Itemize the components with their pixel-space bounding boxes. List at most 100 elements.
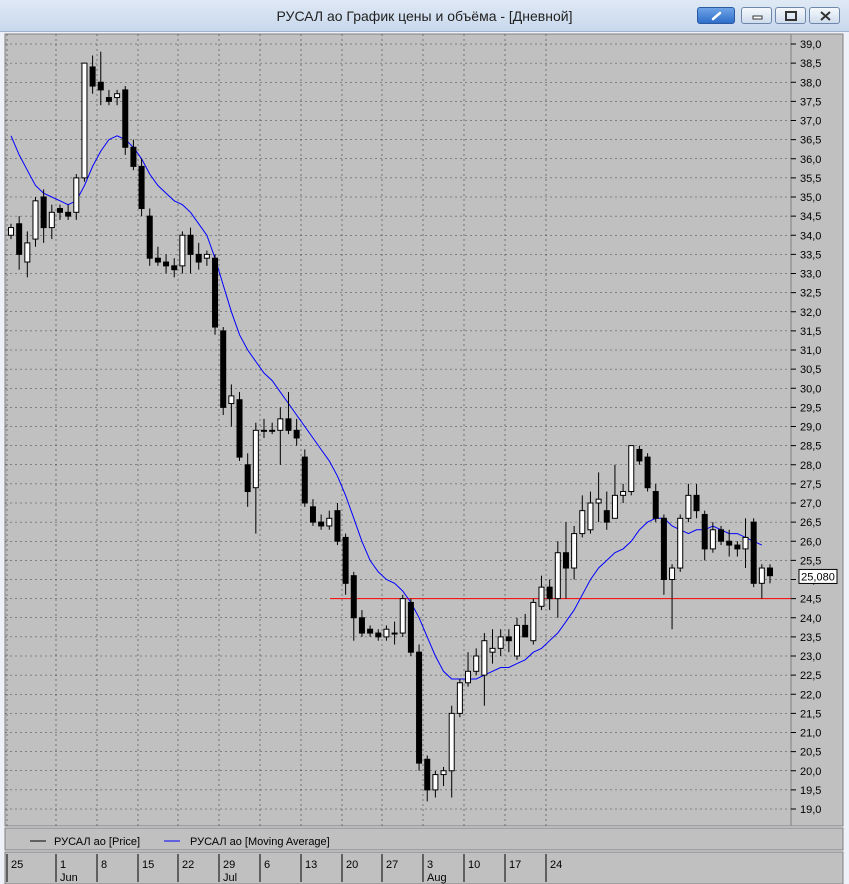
close-button[interactable] <box>809 7 840 24</box>
candle-body-down <box>424 758 431 791</box>
y-tick-label: 20,5 <box>800 747 821 759</box>
plot-area <box>4 33 792 827</box>
y-tick-label: 24,0 <box>800 613 821 625</box>
candle-body-down <box>693 494 700 512</box>
candle-body-down <box>154 257 161 263</box>
candle-body-down <box>212 257 219 328</box>
y-tick-label: 30,0 <box>800 383 821 395</box>
candle <box>32 197 39 247</box>
candle-body-up <box>538 586 545 607</box>
candle-body-down <box>660 517 667 580</box>
candle-body-down <box>416 651 423 764</box>
candle-body-down <box>734 544 741 550</box>
candle-body-down <box>358 617 365 634</box>
candle-body-up <box>81 62 88 179</box>
candle <box>750 518 757 588</box>
maximize-button[interactable] <box>775 7 806 24</box>
candle-body-up <box>399 598 406 634</box>
candle-body-up <box>261 429 267 432</box>
y-tick-label: 22,0 <box>800 689 821 701</box>
candle-body-down <box>350 575 357 619</box>
candle-body-up <box>497 636 504 649</box>
x-day-label: 20 <box>346 859 358 871</box>
y-tick-label: 23,0 <box>800 651 821 663</box>
y-tick-label: 35,5 <box>800 173 821 185</box>
candle-body-down <box>718 529 725 542</box>
candle <box>677 514 684 572</box>
candle-body-up <box>554 552 561 600</box>
candle-body-down <box>407 601 414 653</box>
y-tick-label: 29,5 <box>800 402 821 414</box>
candle-body-up <box>252 429 259 489</box>
candle-body-up <box>530 601 537 642</box>
y-tick-label: 37,0 <box>800 116 821 128</box>
candle-body-up <box>326 517 333 527</box>
candle <box>456 678 463 718</box>
candle-body-down <box>767 567 773 577</box>
candle-body-down <box>16 223 23 255</box>
y-tick-label: 25,5 <box>800 555 821 567</box>
link-button[interactable] <box>697 7 735 24</box>
candle-body-up <box>73 177 80 213</box>
candle-body-down <box>163 261 170 267</box>
candle-body-up <box>456 682 463 714</box>
candle-body-up <box>758 567 765 584</box>
candle-body-up <box>571 533 578 569</box>
y-tick-label: 19,0 <box>800 804 821 816</box>
y-tick-label: 36,0 <box>800 154 821 166</box>
candle-body-down <box>56 207 63 213</box>
close-icon <box>820 11 831 21</box>
candle-body-down <box>334 510 341 542</box>
candle <box>146 208 153 266</box>
candle <box>399 594 406 637</box>
x-day-label: 1 <box>60 859 66 871</box>
y-tick-label: 30,5 <box>800 364 821 376</box>
candle <box>301 449 308 507</box>
y-tick-label: 36,5 <box>800 135 821 147</box>
candle-body-up <box>432 774 439 791</box>
candle-body-down <box>122 89 129 148</box>
candle <box>236 392 243 461</box>
y-tick-label: 29,0 <box>800 422 821 434</box>
maximize-icon <box>785 11 797 21</box>
candle-body-up <box>8 227 14 236</box>
y-tick-label: 32,5 <box>800 288 821 300</box>
y-tick-label: 35,0 <box>800 192 821 204</box>
x-day-label: 22 <box>182 859 194 871</box>
candle-body-up <box>628 445 635 493</box>
y-tick-label: 27,5 <box>800 479 821 491</box>
candle-body-down <box>603 510 610 523</box>
minimize-button[interactable] <box>741 7 772 24</box>
candle-body-down <box>562 552 569 569</box>
candle-body-up <box>269 429 276 432</box>
candle-body-up <box>473 655 480 672</box>
x-day-label: 13 <box>305 859 317 871</box>
candle <box>212 254 219 335</box>
candle-body-up <box>620 491 627 496</box>
candle-body-down <box>652 491 659 519</box>
candle-body-up <box>32 200 39 240</box>
candle-body-up <box>677 517 684 569</box>
candle-body-up <box>685 494 692 519</box>
candle-body-down <box>644 456 651 489</box>
candle-body-down <box>750 521 757 584</box>
link-icon <box>711 11 722 21</box>
candle-body-up <box>440 770 447 776</box>
candle-body-up <box>481 640 488 676</box>
x-day-label: 10 <box>468 859 480 871</box>
candle-body-down <box>546 586 553 600</box>
x-day-label: 29 <box>223 859 235 871</box>
y-tick-label: 38,5 <box>800 58 821 70</box>
y-tick-label: 26,0 <box>800 536 821 548</box>
y-tick-label: 33,0 <box>800 269 821 281</box>
y-tick-label: 28,0 <box>800 460 821 472</box>
y-tick-label: 23,5 <box>800 632 821 644</box>
candle-body-up <box>489 647 496 653</box>
candle-body-down <box>367 628 374 634</box>
candle <box>81 62 88 182</box>
window-titlebar: РУСАЛ ао График цены и объёма - [Дневной… <box>0 0 849 32</box>
candle-body-down <box>220 330 227 408</box>
y-tick-label: 22,5 <box>800 670 821 682</box>
y-tick-label: 31,5 <box>800 326 821 338</box>
price-chart[interactable]: 39,0 38,5 38,0 37,5 37,0 36,5 36,0 35,5 35,0 34,5… <box>0 32 849 884</box>
